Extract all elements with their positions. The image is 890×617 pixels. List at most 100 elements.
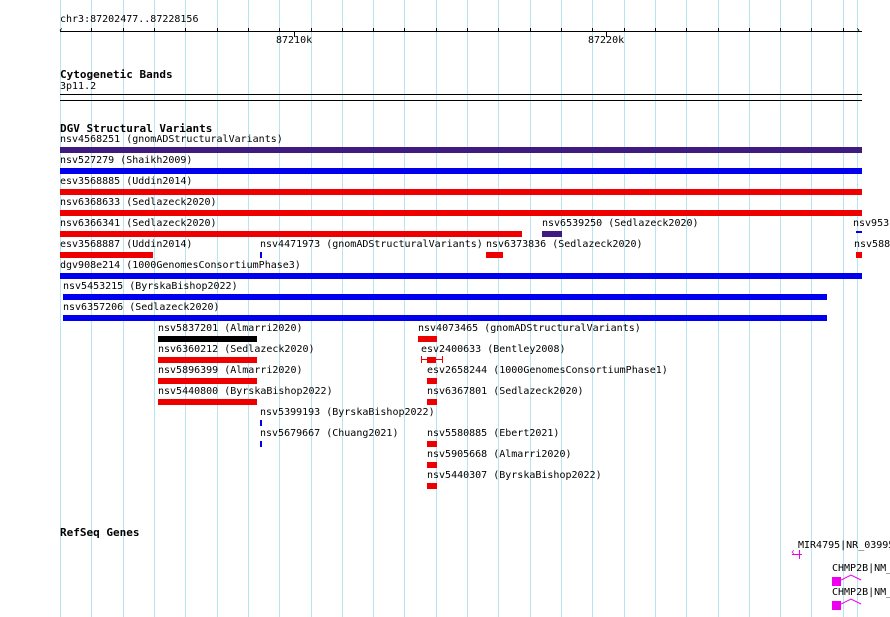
- gridline: [857, 0, 858, 617]
- gridline: [686, 0, 687, 617]
- gridline: [718, 0, 719, 617]
- ruler-tick: [530, 28, 531, 31]
- variant-bar[interactable]: [60, 189, 862, 195]
- ruler-tick: [498, 28, 499, 31]
- variant-label[interactable]: nsv5440800 (ByrskaBishop2022): [158, 386, 333, 398]
- variant-label[interactable]: nsv6367801 (Sedlazeck2020): [427, 386, 584, 398]
- variant-bar[interactable]: [260, 252, 262, 258]
- variant-label[interactable]: esv3568885 (Uddin2014): [60, 176, 192, 188]
- variant-label[interactable]: nsv6368633 (Sedlazeck2020): [60, 197, 217, 209]
- variant-bar[interactable]: [418, 336, 437, 342]
- variant-bar[interactable]: [260, 420, 262, 426]
- variant-bar[interactable]: [60, 252, 153, 258]
- variant-bar[interactable]: [427, 462, 437, 468]
- cytoband-bar-top: [60, 94, 862, 95]
- variant-label[interactable]: esv2658244 (1000GenomesConsortiumPhase1): [427, 365, 668, 377]
- ruler-tick: [279, 28, 280, 31]
- gridline: [311, 0, 312, 617]
- cytoband-name[interactable]: 3p11.2: [60, 81, 96, 93]
- variant-bar-end: [421, 356, 422, 363]
- variant-label[interactable]: esv2400633 (Bentley2008): [421, 344, 566, 356]
- ruler-tick: [248, 28, 249, 31]
- gene-intron: [841, 598, 862, 605]
- ruler-right-arrow: ›: [855, 25, 862, 36]
- ruler-tick: [311, 28, 312, 31]
- gridline: [624, 0, 625, 617]
- ruler-tick: [811, 28, 812, 31]
- variant-bar[interactable]: [63, 315, 827, 321]
- gene-exon[interactable]: [832, 577, 841, 586]
- variant-label[interactable]: nsv4471973 (gnomADStructuralVariants): [260, 239, 483, 251]
- variant-bar[interactable]: [856, 231, 862, 233]
- variant-bar[interactable]: [158, 399, 257, 405]
- ruler-tick: [467, 28, 468, 31]
- ruler-tick: [718, 28, 719, 31]
- gridline: [404, 0, 405, 617]
- variant-bar[interactable]: [427, 378, 437, 384]
- variant-bar[interactable]: [158, 336, 257, 342]
- ruler-tick-label: 87210k: [276, 35, 313, 46]
- variant-label[interactable]: nsv6373836 (Sedlazeck2020): [486, 239, 643, 251]
- gene-end: [799, 550, 800, 559]
- variant-bar[interactable]: [158, 378, 257, 384]
- variant-bar[interactable]: [63, 294, 827, 300]
- variant-label[interactable]: nsv5453215 (ByrskaBishop2022): [63, 281, 238, 293]
- cytoband-bar-bottom: [60, 100, 862, 101]
- variant-label[interactable]: nsv5399193 (ByrskaBishop2022): [260, 407, 435, 419]
- ruler-tick: [436, 28, 437, 31]
- variant-bar[interactable]: [427, 441, 437, 447]
- gene-label[interactable]: MIR4795|NR_03995: [798, 540, 890, 552]
- variant-label[interactable]: nsv6360212 (Sedlazeck2020): [158, 344, 315, 356]
- variant-label[interactable]: nsv5440307 (ByrskaBishop2022): [427, 470, 602, 482]
- variant-bar[interactable]: [427, 399, 437, 405]
- variant-label[interactable]: nsv5896399 (Almarri2020): [158, 365, 303, 377]
- ruler-tick: [749, 28, 750, 31]
- ruler-tick-label: 87220k: [588, 35, 625, 46]
- region-label: chr3:87202477..87228156: [60, 14, 199, 25]
- variant-bar[interactable]: [427, 483, 437, 489]
- variant-label[interactable]: nsv5679667 (Chuang2021): [260, 428, 398, 440]
- gridline: [498, 0, 499, 617]
- variant-bar[interactable]: [486, 252, 503, 258]
- variant-label[interactable]: nsv6366341 (Sedlazeck2020): [60, 218, 217, 230]
- ruler-tick: [592, 28, 593, 31]
- gridline: [811, 0, 812, 617]
- variant-label[interactable]: nsv588: [854, 239, 890, 251]
- ruler-tick: [217, 28, 218, 31]
- gridline: [373, 0, 374, 617]
- variant-label[interactable]: esv3568887 (Uddin2014): [60, 239, 192, 251]
- gridline: [436, 0, 437, 617]
- ruler-tick: [624, 28, 625, 31]
- variant-bar[interactable]: [60, 210, 862, 216]
- variant-bar[interactable]: [60, 231, 522, 237]
- variant-label[interactable]: nsv4568251 (gnomADStructuralVariants): [60, 134, 283, 146]
- variant-label[interactable]: nsv5905668 (Almarri2020): [427, 449, 572, 461]
- gene-exon[interactable]: [832, 601, 841, 610]
- variant-bar[interactable]: [60, 273, 862, 279]
- variant-label[interactable]: nsv5580885 (Ebert2021): [427, 428, 559, 440]
- variant-bar[interactable]: [158, 357, 257, 363]
- variant-bar[interactable]: [260, 441, 262, 447]
- gridline: [843, 0, 844, 617]
- strand-arrow-icon: ‹: [790, 547, 797, 558]
- variant-label[interactable]: nsv6357206 (Sedlazeck2020): [63, 302, 220, 314]
- gridline: [248, 0, 249, 617]
- track-title: Cytogenetic Bands: [60, 68, 173, 81]
- variant-bar[interactable]: [856, 252, 862, 258]
- gridline: [279, 0, 280, 617]
- variant-label[interactable]: nsv5837201 (Almarri2020): [158, 323, 303, 335]
- variant-bar[interactable]: [60, 147, 862, 153]
- variant-bar[interactable]: [60, 168, 862, 174]
- variant-label[interactable]: nsv953: [853, 218, 889, 230]
- variant-label[interactable]: nsv527279 (Shaikh2009): [60, 155, 192, 167]
- variant-bar-exon[interactable]: [427, 357, 436, 363]
- ruler-tick: [843, 28, 844, 31]
- variant-label[interactable]: nsv6539250 (Sedlazeck2020): [542, 218, 699, 230]
- variant-label[interactable]: nsv4073465 (gnomADStructuralVariants): [418, 323, 641, 335]
- ruler-tick: [373, 28, 374, 31]
- gridline: [749, 0, 750, 617]
- variant-bar[interactable]: [542, 231, 562, 237]
- ruler-tick: [404, 28, 405, 31]
- variant-label[interactable]: dgv908e214 (1000GenomesConsortiumPhase3): [60, 260, 301, 272]
- gridline: [655, 0, 656, 617]
